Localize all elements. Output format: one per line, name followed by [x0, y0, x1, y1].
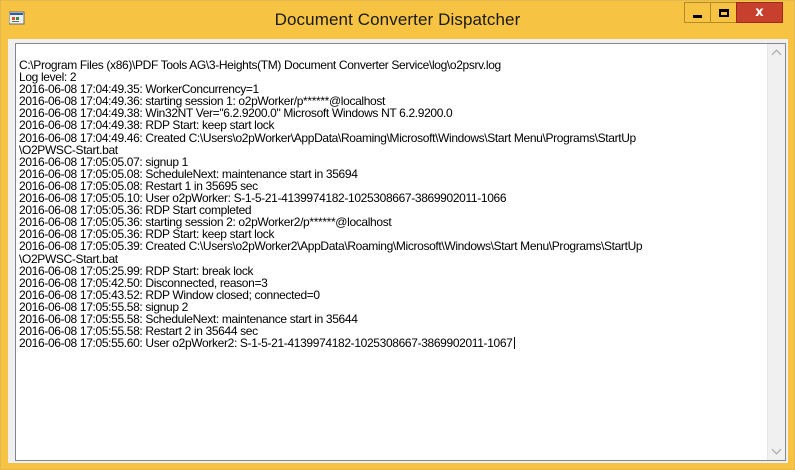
- close-icon: x: [755, 5, 764, 20]
- window-title: Document Converter Dispatcher: [274, 10, 521, 29]
- log-line: C:\Program Files (x86)\PDF Tools AG\3-He…: [19, 59, 501, 72]
- text-caret: [513, 337, 515, 350]
- minimize-button[interactable]: [684, 2, 711, 23]
- log-line: 2016-06-08 17:05:42.50: Disconnected, re…: [19, 275, 268, 290]
- log-content[interactable]: C:\Program Files (x86)\PDF Tools AG\3-He…: [19, 59, 764, 459]
- maximize-button[interactable]: [710, 2, 737, 23]
- title-bar[interactable]: Document Converter Dispatcher x: [1, 1, 794, 38]
- log-line: \O2PWSC-Start.bat: [19, 142, 118, 157]
- minimize-icon: [693, 15, 702, 18]
- close-button[interactable]: x: [736, 2, 783, 23]
- log-line: \O2PWSC-Start.bat: [19, 251, 118, 266]
- chevron-down-icon: [771, 444, 782, 455]
- log-line: 2016-06-08 17:05:25.99: RDP Start: break…: [19, 263, 254, 278]
- log-line: 2016-06-08 17:04:49.38: RDP Start: keep …: [19, 118, 275, 133]
- chevron-up-icon: [771, 49, 782, 60]
- vertical-scrollbar[interactable]: [767, 44, 785, 460]
- maximize-icon: [718, 8, 729, 17]
- log-textbox[interactable]: C:\Program Files (x86)\PDF Tools AG\3-He…: [15, 43, 786, 461]
- log-line: 2016-06-08 17:05:55.60: User o2pWorker2:…: [19, 336, 515, 351]
- log-line: 2016-06-08 17:05:05.39: Created C:\Users…: [19, 239, 643, 254]
- scroll-down-button[interactable]: [768, 443, 785, 460]
- log-line: 2016-06-08 17:04:49.46: Created C:\Users…: [19, 130, 636, 145]
- scroll-up-button[interactable]: [768, 44, 785, 61]
